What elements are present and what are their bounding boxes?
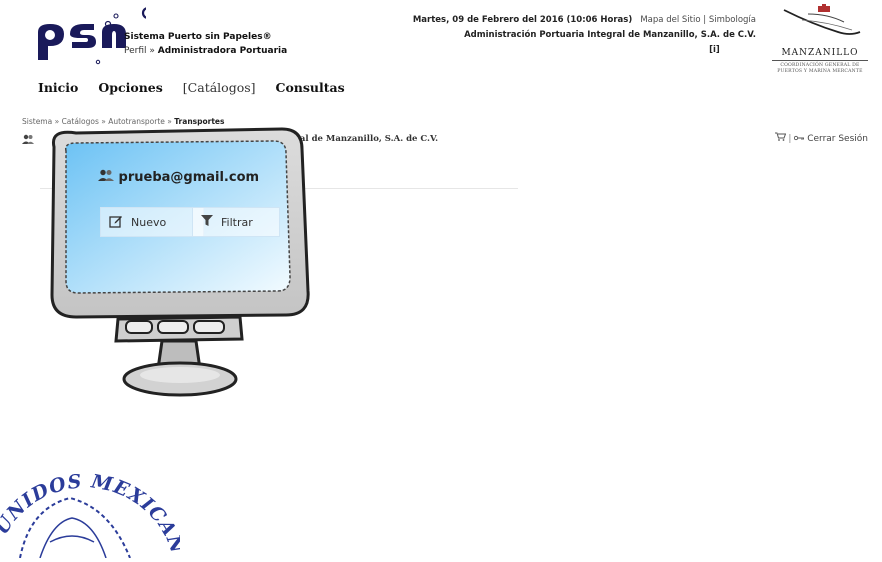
edit-icon: [109, 214, 123, 231]
brand-block: Sistema Puerto sin Papeles® Perfil » Adm…: [124, 30, 287, 58]
current-date: Martes, 09 de Febrero del 2016 (10:06 Ho…: [412, 15, 633, 25]
filter-button-label: Filtrar: [221, 215, 253, 229]
ship-icon: [783, 4, 861, 35]
key-icon: [794, 134, 807, 144]
top-info: Martes, 09 de Febrero del 2016 (10:06 Ho…: [413, 13, 756, 58]
breadcrumb-current: Transportes: [174, 117, 225, 126]
new-button[interactable]: Nuevo: [100, 207, 204, 237]
filter-icon: [201, 214, 213, 230]
manzanillo-sub2: PUERTOS Y MARINA MERCANTE: [777, 69, 863, 74]
filter-button[interactable]: Filtrar: [192, 207, 280, 237]
manzanillo-name: MANZANILLO: [781, 48, 859, 58]
main-menu: Inicio Opciones [Catálogos] Consultas: [38, 80, 365, 95]
cart-icon[interactable]: [774, 132, 789, 144]
profile-line: Perfil » Administradora Portuaria: [124, 44, 287, 58]
menu-consultas[interactable]: Consultas: [276, 80, 345, 95]
manzanillo-rule: [772, 60, 868, 61]
users-icon: [22, 134, 34, 147]
symbology-link[interactable]: Simbología: [709, 15, 756, 25]
site-map-link[interactable]: Mapa del Sitio: [640, 15, 700, 25]
manzanillo-logo: MANZANILLO COORDINACIÓN GENERAL DE PUERT…: [766, 2, 874, 92]
user-pair-icon: [98, 169, 119, 185]
user-email: prueba@gmail.com: [118, 170, 260, 185]
user-bar: Integral de Manzanillo, S.A. de C.V.: [22, 134, 438, 147]
profile-value: Administradora Portuaria: [157, 46, 288, 56]
menu-opciones[interactable]: Opciones: [98, 80, 162, 95]
monitor-user: prueba@gmail.com: [98, 169, 278, 185]
menu-catalogos[interactable]: [Catálogos]: [183, 80, 256, 95]
info-link[interactable]: [i]: [709, 45, 720, 55]
logout-link[interactable]: Cerrar Sesión: [807, 134, 868, 144]
national-seal: UNIDOS MEXICANOS: [0, 421, 188, 559]
seal-text: UNIDOS MEXICANOS: [0, 421, 188, 557]
profile-prefix: Perfil »: [124, 46, 155, 56]
organization-name: Administración Portuaria Integral de Man…: [464, 30, 756, 40]
logout-area: | Cerrar Sesión: [774, 132, 868, 144]
menu-inicio[interactable]: Inicio: [38, 80, 78, 95]
system-name: Sistema Puerto sin Papeles®: [124, 32, 272, 42]
new-button-label: Nuevo: [131, 215, 167, 229]
link-separator: |: [703, 15, 707, 25]
monitor-illustration: prueba@gmail.com Nuevo Filtrar: [46, 127, 316, 407]
breadcrumb-path: Sistema » Catálogos » Autotransporte »: [22, 117, 175, 126]
breadcrumb: Sistema » Catálogos » Autotransporte » T…: [22, 117, 224, 126]
svg-text:UNIDOS MEXICANOS: UNIDOS MEXICANOS: [0, 438, 180, 557]
